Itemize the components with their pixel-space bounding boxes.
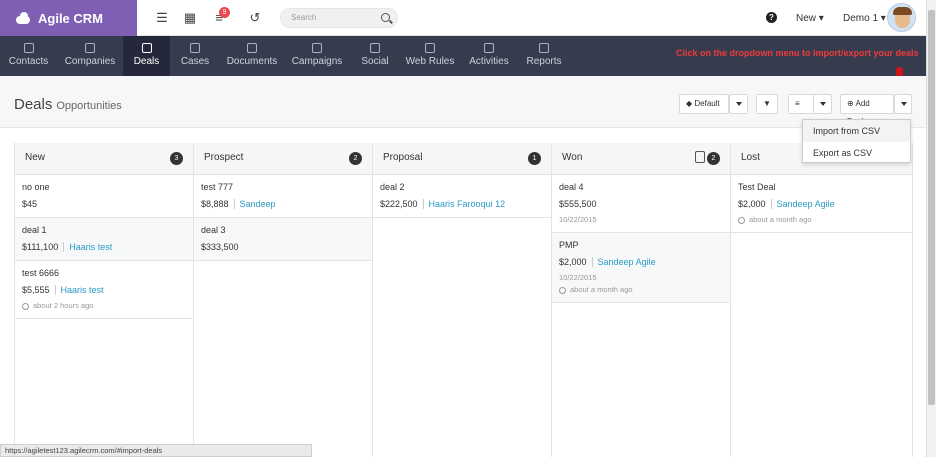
clock-icon <box>559 286 566 294</box>
nav-activities[interactable]: Activities <box>460 36 518 76</box>
count-badge: 2 <box>349 152 362 165</box>
column-proposal: Proposal 1 deal 2 $222,500 Haaris Farooqui… <box>373 143 552 457</box>
column-header: Prospect 2 <box>194 143 372 175</box>
deals-board: New 3 no one $45 deal 1 $111,100 Haaris te… <box>14 143 913 457</box>
column-header: Won 2 <box>552 143 730 175</box>
deal-card[interactable]: deal 2 $222,500 Haaris Farooqui 12 <box>373 175 551 218</box>
top-bar: Agile CRM ☰ ▦ ≡ 9 ↺ Search ? New ▾ Demo … <box>0 0 926 36</box>
app-name: Agile CRM <box>38 10 103 26</box>
deal-card[interactable]: deal 1 $111,100 Haaris test <box>15 218 193 261</box>
scrollbar[interactable] <box>926 0 936 457</box>
import-export-dropdown[interactable] <box>894 94 912 114</box>
help-icon[interactable]: ? <box>766 12 777 23</box>
deals-icon <box>141 43 152 53</box>
notification-badge: 9 <box>219 7 230 18</box>
deal-card[interactable]: no one $45 <box>15 175 193 218</box>
cases-icon <box>190 43 200 53</box>
column-won: Won 2 deal 4 $555,500 10/22/2015 PMP $2,0… <box>552 143 731 457</box>
contact-link[interactable]: Haaris test <box>63 242 112 252</box>
social-icon <box>370 43 380 53</box>
thumbs-up-icon <box>695 151 705 163</box>
contact-link[interactable]: Sandeep Agile <box>770 199 835 209</box>
history-icon[interactable]: ↺ <box>248 11 262 25</box>
column-header: New 3 <box>15 143 193 175</box>
deal-card[interactable]: test 6666 $5,555 Haaris test about 2 hour… <box>15 261 193 319</box>
brand-logo[interactable]: Agile CRM <box>0 0 137 36</box>
contact-link[interactable]: Haaris Farooqui 12 <box>422 199 505 209</box>
list-icon[interactable]: ☰ <box>155 11 169 25</box>
clock-icon <box>738 216 745 224</box>
import-export-menu: Import from CSV Export as CSV <box>802 119 911 163</box>
nav-contacts[interactable]: Contacts <box>0 36 57 76</box>
import-csv-item[interactable]: Import from CSV <box>803 120 910 142</box>
reports-icon <box>539 43 549 53</box>
nav-campaigns[interactable]: Campaigns <box>284 36 350 76</box>
status-bar-url: https://agiletest123.agilecrm.com/#impor… <box>0 444 312 457</box>
count-badge: 1 <box>528 152 541 165</box>
deal-card[interactable]: test 777 $8,888 Sandeep <box>194 175 372 218</box>
calendar-icon[interactable]: ▦ <box>183 11 197 25</box>
contacts-icon <box>23 43 34 53</box>
contact-link[interactable]: Sandeep <box>233 199 276 209</box>
export-csv-item[interactable]: Export as CSV <box>803 142 910 164</box>
column-lost: Lost Test Deal $2,000 Sandeep Agile about… <box>731 143 913 457</box>
nav-documents[interactable]: Documents <box>220 36 284 76</box>
activities-icon <box>484 43 494 53</box>
view-dropdown-button[interactable] <box>729 94 748 114</box>
list-view-button[interactable]: ≡ <box>788 94 814 114</box>
page-subtitle: Opportunities <box>56 100 122 112</box>
nav-companies[interactable]: Companies <box>57 36 123 76</box>
nav-cases[interactable]: Cases <box>170 36 220 76</box>
nav-social[interactable]: Social <box>350 36 400 76</box>
annotation-text: Click on the dropdown menu to import/exp… <box>676 48 919 58</box>
contact-link[interactable]: Sandeep Agile <box>591 257 656 267</box>
column-new: New 3 no one $45 deal 1 $111,100 Haaris te… <box>15 143 194 457</box>
documents-icon <box>247 43 257 53</box>
contact-link[interactable]: Haaris test <box>54 285 104 295</box>
page-header: DealsOpportunities ◆ Default ▼ ≡ ⊕ Add D… <box>0 76 926 128</box>
cloud-icon <box>14 12 32 24</box>
list-view-dropdown[interactable] <box>813 94 832 114</box>
column-prospect: Prospect 2 test 777 $8,888 Sandeep deal 3 … <box>194 143 373 457</box>
nav-deals[interactable]: Deals <box>123 36 170 76</box>
deal-card[interactable]: deal 4 $555,500 10/22/2015 <box>552 175 730 233</box>
search-input[interactable]: Search <box>280 8 398 28</box>
page-title: Deals Opportunities <box>14 96 122 113</box>
view-default-button[interactable]: ◆ Default <box>679 94 729 114</box>
count-badge: 3 <box>170 152 183 165</box>
new-menu-button[interactable]: New ▾ <box>796 13 824 24</box>
nav-reports[interactable]: Reports <box>518 36 570 76</box>
campaigns-icon <box>312 43 322 53</box>
nav-web-rules[interactable]: Web Rules <box>400 36 460 76</box>
deal-card[interactable]: PMP $2,000 Sandeep Agile 10/22/2015 about… <box>552 233 730 303</box>
avatar[interactable] <box>887 3 916 32</box>
companies-icon <box>85 43 95 53</box>
deal-card[interactable]: Test Deal $2,000 Sandeep Agile about a mo… <box>731 175 912 233</box>
user-menu-button[interactable]: Demo 1 ▾ <box>843 13 886 24</box>
count-badge: 2 <box>707 152 720 165</box>
column-header: Proposal 1 <box>373 143 551 175</box>
filter-button[interactable]: ▼ <box>756 94 778 114</box>
search-icon[interactable] <box>381 13 390 22</box>
web-rules-icon <box>425 43 435 53</box>
clock-icon <box>22 302 29 310</box>
deal-card[interactable]: deal 3 $333,500 <box>194 218 372 261</box>
add-deal-button[interactable]: ⊕ Add Deal <box>840 94 894 126</box>
